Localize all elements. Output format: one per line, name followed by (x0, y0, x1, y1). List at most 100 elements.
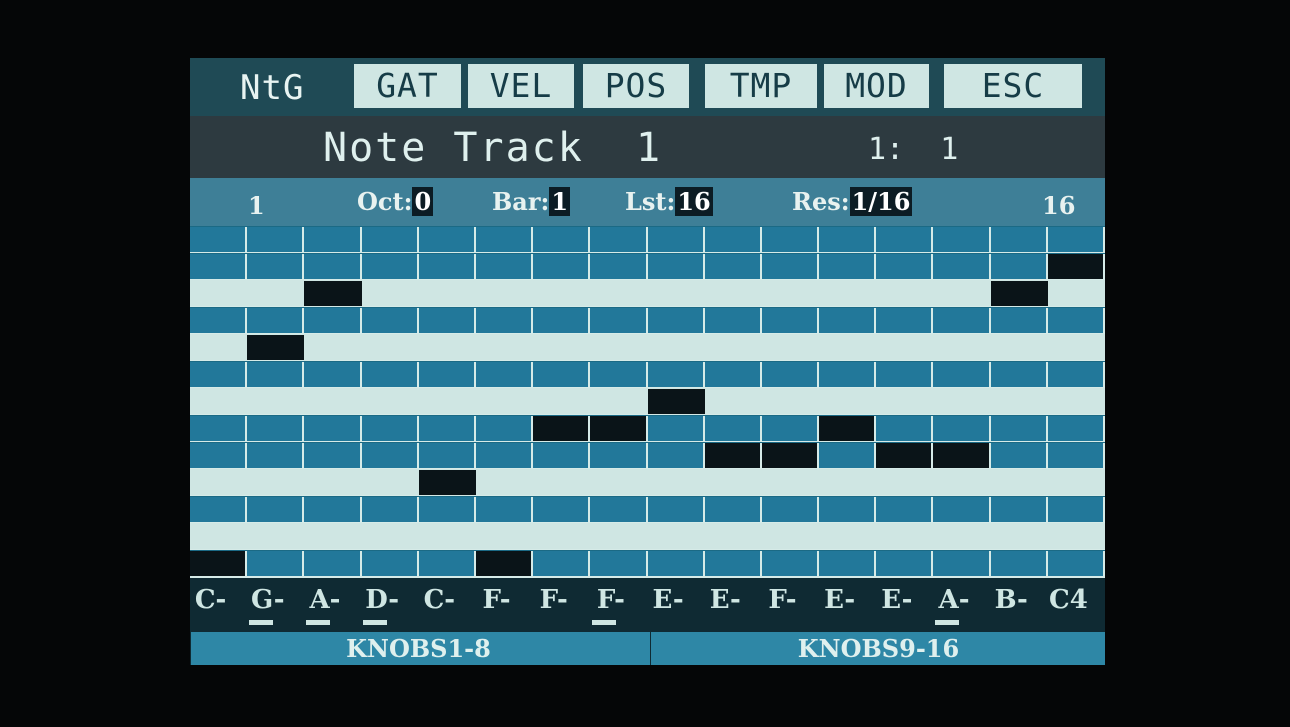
grid-cell[interactable] (876, 362, 934, 387)
grid-cell[interactable] (590, 308, 648, 333)
grid-cell[interactable] (190, 443, 248, 468)
grid-cell[interactable] (590, 551, 648, 576)
grid-cell[interactable] (247, 227, 305, 252)
grid-cell[interactable] (361, 524, 419, 549)
grid-cell[interactable] (761, 362, 820, 387)
grid-cell[interactable] (1047, 362, 1105, 387)
grid-cell[interactable] (761, 227, 820, 252)
grid-cell[interactable] (361, 281, 419, 306)
grid-cell[interactable] (361, 362, 419, 387)
grid-cell[interactable] (819, 443, 877, 468)
grid-cell[interactable] (933, 470, 991, 495)
tmp-button[interactable]: TMP (705, 64, 817, 108)
grid-cell[interactable] (1047, 389, 1105, 414)
grid-cell[interactable] (647, 524, 705, 549)
resolution-param[interactable]: Res:1/16 (792, 185, 913, 219)
grid-cell[interactable] (533, 308, 591, 333)
grid-cell[interactable] (1047, 524, 1105, 549)
grid-cell[interactable] (647, 416, 705, 441)
grid-cell[interactable] (304, 308, 362, 333)
grid-cell[interactable] (361, 416, 419, 441)
grid-cell[interactable] (647, 227, 705, 252)
grid-cell[interactable] (704, 389, 762, 414)
grid-cell[interactable] (647, 497, 705, 522)
grid-cell[interactable] (876, 551, 934, 576)
grid-cell[interactable] (819, 335, 877, 360)
grid-cell[interactable] (933, 254, 991, 279)
grid-cell[interactable] (533, 551, 591, 576)
grid-cell[interactable] (190, 389, 248, 414)
grid-cell[interactable] (933, 362, 991, 387)
grid-cell[interactable] (704, 497, 762, 522)
grid-cell[interactable] (933, 335, 991, 360)
grid-cell[interactable] (247, 362, 305, 387)
grid-cell[interactable] (647, 551, 705, 576)
grid-cell[interactable] (876, 497, 934, 522)
grid-cell[interactable] (304, 551, 362, 576)
mod-button[interactable]: MOD (824, 64, 929, 108)
grid-cell[interactable] (590, 362, 648, 387)
grid-cell[interactable] (418, 443, 476, 468)
grid-cell[interactable] (304, 524, 362, 549)
grid-cell[interactable] (876, 254, 934, 279)
grid-cell[interactable] (761, 470, 820, 495)
grid-cell[interactable] (361, 227, 419, 252)
knobs-9-16-tab[interactable]: KNOBS9-16 (650, 632, 1105, 665)
grid-cell[interactable] (304, 416, 362, 441)
grid-cell[interactable] (418, 254, 476, 279)
grid-cell[interactable] (418, 389, 476, 414)
grid-cell[interactable] (876, 335, 934, 360)
grid-cell[interactable] (933, 551, 991, 576)
grid-cell[interactable] (990, 524, 1048, 549)
grid-cell[interactable] (990, 227, 1048, 252)
grid-cell[interactable] (876, 308, 934, 333)
grid-cell[interactable] (819, 497, 877, 522)
gat-button[interactable]: GAT (354, 64, 461, 108)
grid-cell[interactable] (933, 281, 991, 306)
grid-cell[interactable] (247, 308, 305, 333)
grid-cell[interactable] (361, 497, 419, 522)
grid-cell[interactable] (647, 335, 705, 360)
grid-cell[interactable] (1047, 551, 1105, 576)
grid-cell[interactable] (361, 443, 419, 468)
grid-cell[interactable] (590, 443, 648, 468)
grid-cell[interactable] (247, 551, 305, 576)
knobs-1-8-tab[interactable]: KNOBS1-8 (190, 632, 646, 665)
grid-cell[interactable] (990, 362, 1048, 387)
grid-cell-active[interactable] (1047, 254, 1105, 279)
grid-cell[interactable] (819, 389, 877, 414)
grid-cell[interactable] (190, 281, 248, 306)
grid-cell[interactable] (590, 254, 648, 279)
grid-cell[interactable] (475, 335, 534, 360)
grid-cell[interactable] (361, 470, 419, 495)
grid-cell[interactable] (533, 524, 591, 549)
grid-cell[interactable] (876, 281, 934, 306)
grid-cell[interactable] (933, 416, 991, 441)
grid-cell[interactable] (590, 497, 648, 522)
grid-cell[interactable] (933, 308, 991, 333)
grid-cell[interactable] (533, 281, 591, 306)
grid-cell[interactable] (361, 308, 419, 333)
grid-cell[interactable] (704, 362, 762, 387)
grid-cell[interactable] (533, 497, 591, 522)
grid-cell[interactable] (533, 227, 591, 252)
grid-cell[interactable] (475, 308, 534, 333)
grid-cell[interactable] (590, 524, 648, 549)
grid-cell[interactable] (761, 524, 820, 549)
last-step-param[interactable]: Lst:16 (625, 185, 713, 219)
grid-cell[interactable] (761, 254, 820, 279)
grid-cell[interactable] (418, 308, 476, 333)
grid-cell[interactable] (533, 443, 591, 468)
grid-cell-active[interactable] (933, 443, 991, 468)
grid-cell[interactable] (190, 524, 248, 549)
grid-cell[interactable] (819, 254, 877, 279)
grid-cell[interactable] (990, 335, 1048, 360)
grid-cell[interactable] (1047, 443, 1105, 468)
grid-cell[interactable] (361, 335, 419, 360)
vel-button[interactable]: VEL (468, 64, 574, 108)
grid-cell[interactable] (1047, 281, 1105, 306)
grid-cell[interactable] (361, 254, 419, 279)
grid-cell[interactable] (475, 524, 534, 549)
grid-cell[interactable] (475, 497, 534, 522)
grid-cell[interactable] (647, 308, 705, 333)
